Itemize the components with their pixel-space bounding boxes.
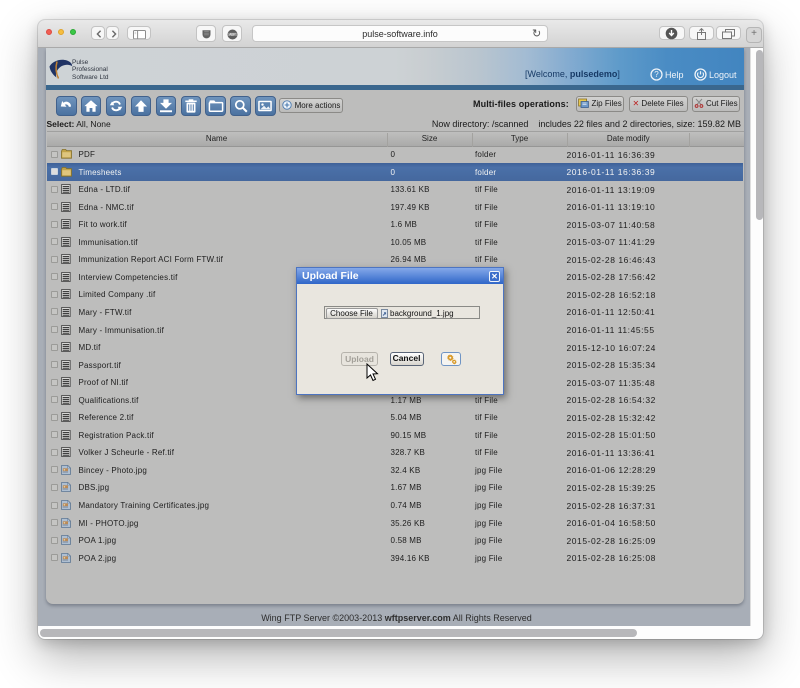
svg-text:?: ? bbox=[654, 70, 659, 79]
svg-text:ABP: ABP bbox=[229, 32, 235, 36]
